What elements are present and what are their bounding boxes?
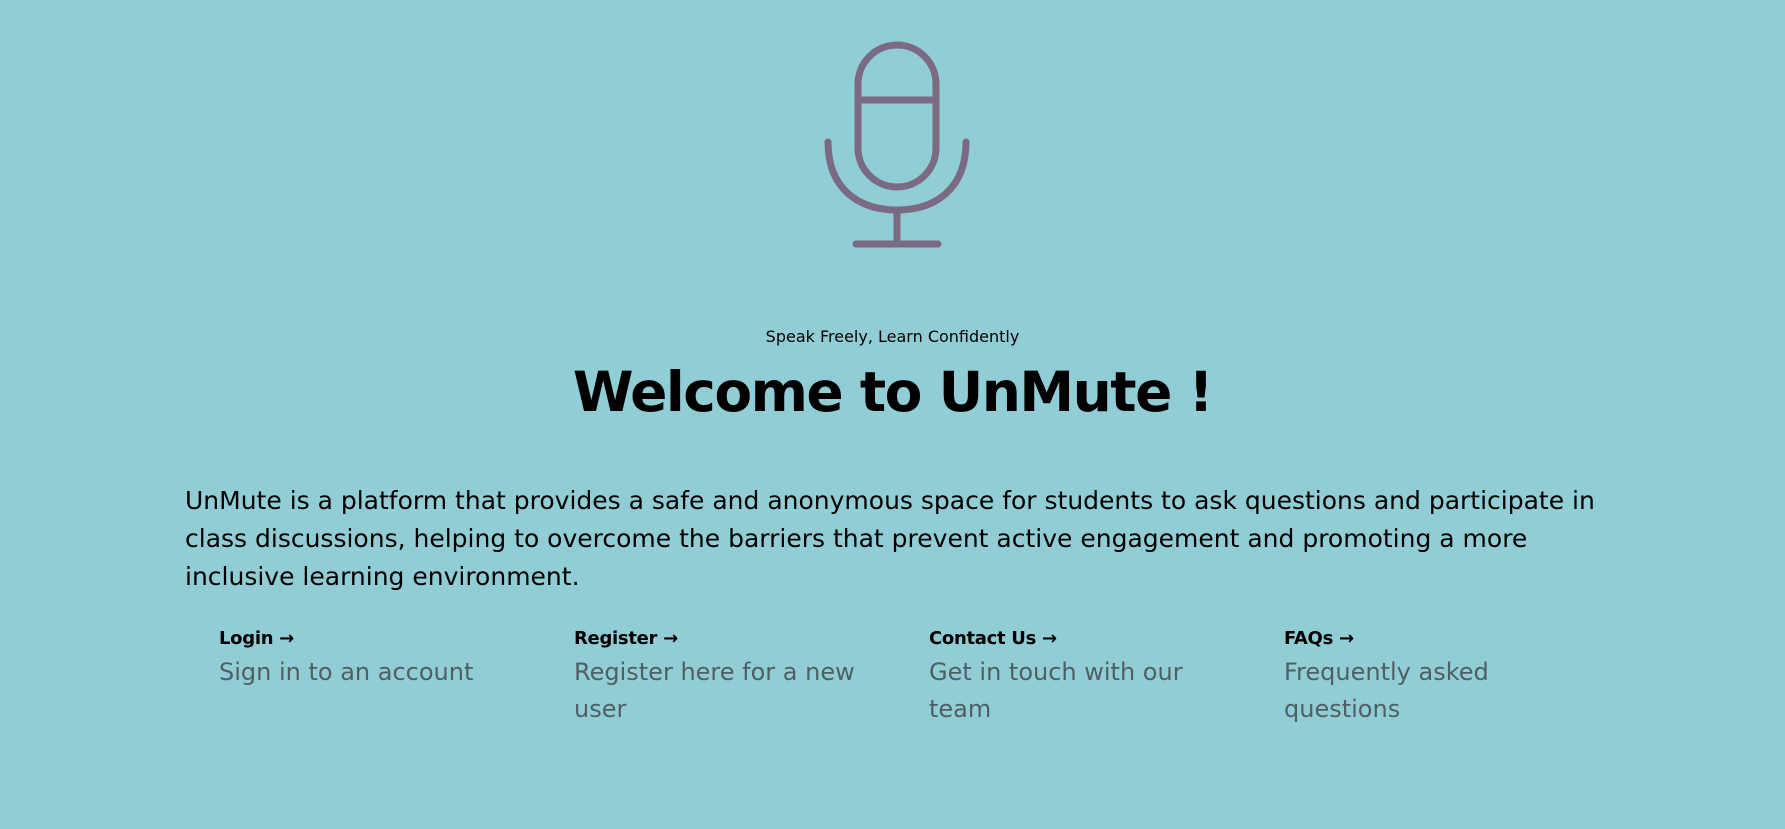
register-link-description: Register here for a new user [574,658,855,723]
login-link-title[interactable]: Login → [219,626,539,652]
faqs-link-description: Frequently asked questions [1284,658,1489,723]
contact-us-link[interactable]: Contact Us → Get in touch with our team [929,626,1249,728]
page-title: Welcome to UnMute ! [572,360,1214,424]
login-link[interactable]: Login → Sign in to an account [219,626,539,691]
register-link[interactable]: Register → Register here for a new user [574,626,894,728]
platform-description: UnMute is a platform that provides a saf… [185,486,1595,591]
login-link-description: Sign in to an account [219,658,474,686]
contact-us-link-title[interactable]: Contact Us → [929,626,1249,652]
tagline: Speak Freely, Learn Confidently [765,327,1020,346]
contact-us-link-description: Get in touch with our team [929,658,1183,723]
navigation-links: Login → Sign in to an account Register →… [219,626,1639,736]
faqs-link[interactable]: FAQs → Frequently asked questions [1284,626,1604,728]
faqs-link-title[interactable]: FAQs → [1284,626,1604,652]
register-link-title[interactable]: Register → [574,626,894,652]
microphone-icon [822,40,972,255]
